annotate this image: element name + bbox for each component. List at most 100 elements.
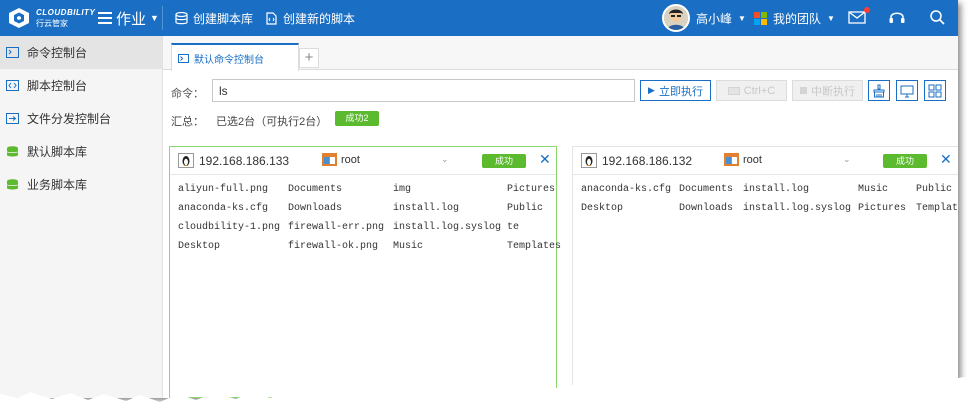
add-tab-button[interactable]: + <box>299 48 319 68</box>
top-bar: CLOUDBILITY 行云管家 作业 ▼ 创建脚本库 创建新的脚本 高小峰 ▼… <box>0 0 958 36</box>
output-item: aliyun-full.png <box>178 184 269 195</box>
search-button[interactable] <box>929 9 949 27</box>
jobs-menu-label: 作业 <box>116 10 147 28</box>
script-library-icon <box>175 12 188 25</box>
chevron-down-icon: ▼ <box>827 14 835 23</box>
monitor-icon <box>900 85 914 97</box>
output-item: install.log <box>743 184 810 195</box>
output-item: Pictures <box>507 184 556 195</box>
create-script-library-button[interactable]: 创建脚本库 <box>175 10 253 27</box>
output-item: Music <box>393 241 424 252</box>
output-item: Documents <box>288 184 343 195</box>
run-now-label: 立即执行 <box>658 85 703 98</box>
mail-icon <box>848 11 866 24</box>
support-button[interactable] <box>888 9 908 27</box>
chevron-down-icon[interactable]: ⌄ <box>441 154 449 165</box>
notification-dot <box>864 7 870 13</box>
host-user: root <box>322 153 360 166</box>
output-item: te <box>507 222 520 233</box>
chevron-down-icon[interactable]: ⌄ <box>843 154 851 165</box>
ctrl-c-button[interactable]: Ctrl+C <box>716 80 787 101</box>
host-user-text: root <box>341 153 360 166</box>
tab-default-command-console[interactable]: 默认命令控制台 <box>171 43 299 71</box>
chevron-down-icon: ▼ <box>738 13 746 23</box>
monitor-view-button[interactable] <box>896 80 918 101</box>
sidebar-item-command-console[interactable]: 命令控制台 <box>0 36 162 69</box>
sidebar-item-label: 文件分发控制台 <box>27 112 112 126</box>
user-account-icon <box>724 153 739 166</box>
output-item: install.log <box>393 203 460 214</box>
close-icon[interactable]: ✕ <box>940 152 952 166</box>
brand-name-cn: 行云管家 <box>36 19 68 28</box>
headset-icon <box>889 12 905 23</box>
status-badge: 成功2 <box>335 111 379 126</box>
host-user: root <box>724 153 762 166</box>
ctrl-c-label: Ctrl+C <box>743 84 776 97</box>
team-label: 我的团队 <box>773 12 822 26</box>
jobs-menu-button[interactable]: 作业 ▼ <box>98 8 159 28</box>
play-icon: ▶ <box>648 85 655 95</box>
team-icon <box>754 12 767 25</box>
torn-edge <box>0 373 970 413</box>
sidebar-item-business-library[interactable]: 业务脚本库 <box>0 168 162 201</box>
output-item: Pictures <box>858 203 907 214</box>
grid-view-button[interactable] <box>924 80 946 101</box>
run-now-button[interactable]: ▶ 立即执行 <box>640 80 711 101</box>
team-menu[interactable]: 我的团队 ▼ <box>754 10 835 27</box>
output-item: Public <box>507 203 544 214</box>
output-item: Templates <box>507 241 562 252</box>
host-output-pane: 192.168.186.132 root ⌄ 成功 ✕ anaconda-ks.… <box>572 146 958 398</box>
cloudbility-logo <box>9 8 29 28</box>
host-output-pane: 192.168.186.133 root ⌄ 成功 ✕ aliyun-full.… <box>169 146 561 398</box>
output-item: Public <box>916 184 953 195</box>
tab-label: 默认命令控制台 <box>194 54 264 66</box>
sidebar-item-script-console[interactable]: 脚本控制台 <box>0 69 162 102</box>
host-ip: 192.168.186.133 <box>178 153 289 168</box>
command-label: 命令： <box>171 88 204 100</box>
output-item: firewall-err.png <box>288 222 385 233</box>
sidebar-item-label: 默认脚本库 <box>27 145 88 159</box>
tab-bar: 默认命令控制台 + <box>163 36 958 71</box>
status-badge: 成功 <box>883 154 927 168</box>
output-item: firewall-ok.png <box>288 241 379 252</box>
output-item: Downloads <box>679 203 734 214</box>
output-item: cloudbility-1.png <box>178 222 281 233</box>
close-icon[interactable]: ✕ <box>539 152 551 166</box>
broom-icon <box>873 84 885 97</box>
create-new-script-button[interactable]: 创建新的脚本 <box>265 10 355 27</box>
topbar-divider <box>162 6 163 30</box>
user-menu[interactable]: 高小峰 ▼ <box>662 4 746 32</box>
sidebar-item-default-library[interactable]: 默认脚本库 <box>0 135 162 168</box>
chevron-down-icon: ▼ <box>150 13 159 23</box>
script-icon <box>6 80 19 91</box>
stop-execution-button[interactable]: 中断执行 <box>792 80 863 101</box>
host-pane-header: 192.168.186.132 root ⌄ 成功 ✕ <box>573 147 958 175</box>
messages-button[interactable] <box>848 7 870 27</box>
host-ip: 192.168.186.132 <box>581 153 692 168</box>
clear-output-button[interactable] <box>868 80 890 101</box>
create-script-library-label: 创建脚本库 <box>193 12 254 26</box>
terminal-icon <box>178 53 189 63</box>
host-user-text: root <box>743 153 762 166</box>
summary-label: 汇总： <box>171 116 204 128</box>
hamburger-icon <box>98 12 112 24</box>
sidebar-item-label: 命令控制台 <box>27 46 88 60</box>
output-item: install.log.syslog <box>393 222 502 233</box>
search-icon <box>930 10 945 25</box>
output-item: Desktop <box>178 241 221 252</box>
host-ip-text: 192.168.186.133 <box>199 153 290 168</box>
database-icon <box>6 146 19 157</box>
command-input[interactable] <box>212 79 635 102</box>
sidebar: 命令控制台 脚本控制台 文件分发控制台 默认脚本库 业务脚本库 <box>0 36 163 398</box>
linux-icon <box>178 153 194 168</box>
ctrl-c-icon <box>727 86 740 95</box>
output-item: Desktop <box>581 203 624 214</box>
user-name: 高小峰 <box>696 11 733 26</box>
stop-execution-label: 中断执行 <box>811 85 855 98</box>
summary: 汇总： 已选2台（可执行2台） <box>171 113 327 129</box>
status-badge: 成功 <box>482 154 526 168</box>
output-item: anaconda-ks.cfg <box>581 184 672 195</box>
host-ip-text: 192.168.186.132 <box>602 153 693 168</box>
sidebar-item-file-distribution[interactable]: 文件分发控制台 <box>0 102 162 135</box>
avatar <box>662 4 690 32</box>
